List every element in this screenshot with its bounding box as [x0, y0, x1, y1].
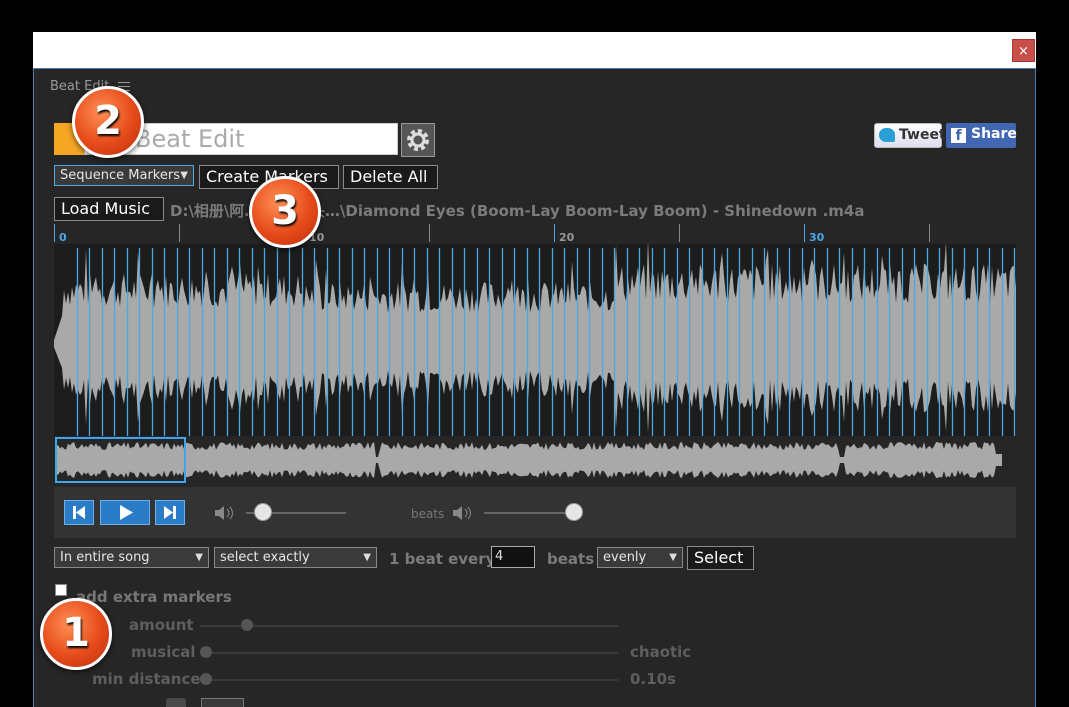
min-distance-label: min distance [92, 670, 201, 688]
skip-forward-icon [164, 506, 176, 519]
amount-slider-knob[interactable] [241, 619, 253, 631]
dice-icon[interactable] [166, 698, 186, 707]
annotation-badge-1: 1 [40, 598, 112, 670]
tweet-label: Tweet [899, 127, 946, 143]
chevron-down-icon: ▼ [363, 552, 371, 563]
scope-select[interactable]: In entire song ▼ [54, 547, 209, 568]
mode-value: select exactly [220, 550, 310, 565]
amount-label: amount [129, 616, 194, 634]
skip-forward-button[interactable] [155, 500, 185, 525]
tick-label: 30 [809, 231, 825, 244]
musical-chaotic-slider[interactable] [200, 652, 618, 654]
volume-slider-knob[interactable] [254, 503, 272, 521]
chevron-down-icon: ▼ [180, 170, 188, 181]
timeline-ruler: 0 10 20 30 [54, 222, 1016, 244]
settings-button[interactable] [401, 123, 435, 157]
select-button[interactable]: Select [687, 546, 754, 570]
gear-icon [407, 129, 429, 151]
beats-volume-label: beats [411, 507, 445, 521]
tick-label: 0 [59, 231, 67, 244]
tick-label: 20 [559, 231, 575, 244]
skip-back-icon [73, 506, 85, 519]
overview-waveform[interactable] [54, 436, 1016, 486]
overview-waveform-shape [56, 442, 1002, 478]
min-distance-slider[interactable] [200, 679, 618, 681]
play-button[interactable] [100, 500, 150, 525]
chevron-down-icon: ▼ [669, 552, 677, 563]
volume-icon [215, 506, 233, 520]
twitter-bird-icon [879, 128, 895, 142]
min-distance-slider-knob[interactable] [200, 673, 212, 685]
share-label: Share [971, 126, 1017, 142]
chaotic-label: chaotic [630, 643, 692, 661]
marker-type-value: Sequence Markers [60, 168, 180, 183]
marker-type-select[interactable]: Sequence Markers ▼ [54, 165, 194, 186]
scope-value: In entire song [60, 550, 150, 565]
waveform-display[interactable] [54, 244, 1016, 436]
distribution-select[interactable]: evenly ▼ [597, 547, 683, 568]
annotation-badge-3: 3 [249, 176, 321, 248]
window-titlebar [33, 32, 1036, 68]
beats-unit-label: beats [547, 550, 595, 568]
musical-chaotic-slider-knob[interactable] [200, 646, 212, 658]
min-distance-value: 0.10s [630, 670, 676, 688]
play-icon [120, 505, 133, 520]
extra-markers-label: add extra markers [76, 588, 232, 606]
musical-label: musical [131, 643, 196, 661]
load-music-button[interactable]: Load Music [54, 197, 164, 221]
beats-volume-icon [453, 506, 471, 520]
mode-select[interactable]: select exactly ▼ [214, 547, 377, 568]
close-button[interactable]: × [1012, 39, 1035, 62]
delete-all-button[interactable]: Delete All [343, 165, 438, 189]
extra-markers-checkbox[interactable] [55, 584, 67, 596]
annotation-badge-2: 2 [72, 86, 144, 158]
tweet-button[interactable]: Tweet [874, 123, 946, 148]
beat-every-input[interactable]: 4 [491, 546, 535, 568]
amount-slider[interactable] [200, 625, 618, 627]
share-button[interactable]: f Share [946, 123, 1017, 148]
facebook-icon: f [951, 128, 966, 144]
overview-viewport-selector[interactable] [55, 437, 186, 483]
distribution-value: evenly [603, 550, 647, 565]
chevron-down-icon: ▼ [195, 552, 203, 563]
beat-every-label: 1 beat every [389, 550, 496, 568]
skip-back-button[interactable] [64, 500, 94, 525]
seed-input[interactable] [201, 698, 244, 707]
